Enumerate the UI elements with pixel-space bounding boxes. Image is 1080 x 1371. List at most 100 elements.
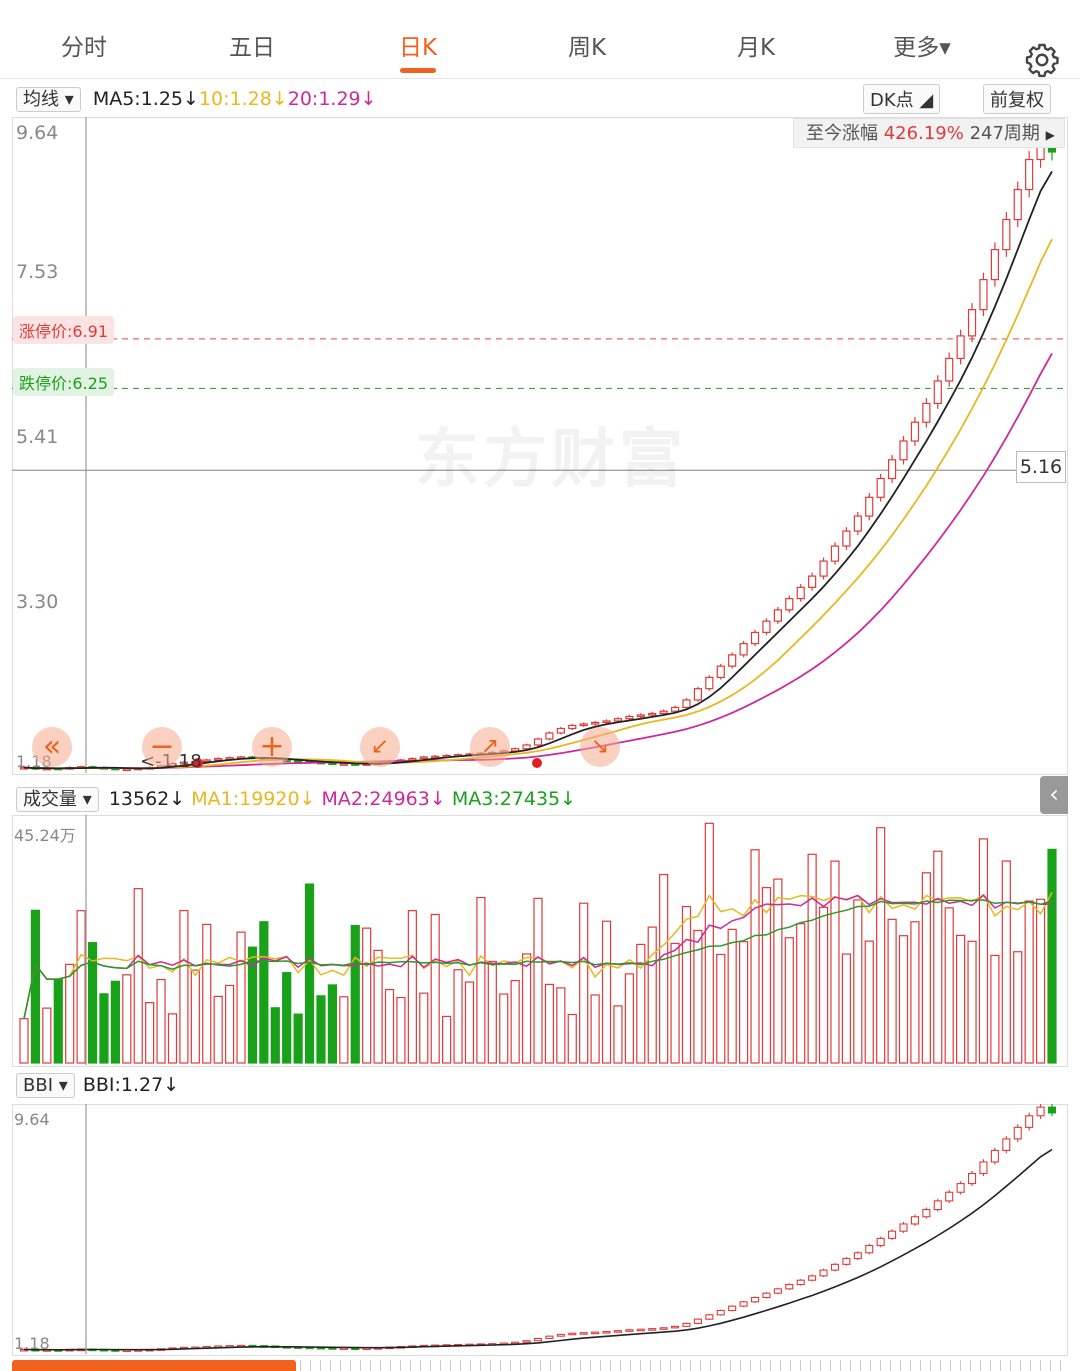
range-gain-box[interactable]: 至今涨幅 426.19% 247周期 ▶ xyxy=(793,118,1065,148)
arrow-prev-icon[interactable]: ↙ xyxy=(360,727,400,767)
volume-bar xyxy=(419,992,429,1064)
volume-bar xyxy=(65,963,75,1064)
candle-body xyxy=(922,402,931,423)
candle-body xyxy=(956,335,965,360)
scroll-left-icon[interactable]: « xyxy=(32,727,72,767)
range-gain-pct: 426.19% xyxy=(883,123,964,144)
ma-selector[interactable]: 均线 ▾ xyxy=(16,87,81,112)
volume-bar xyxy=(282,972,292,1064)
bbi-candle-body xyxy=(990,1149,999,1163)
bbi-candle-body xyxy=(545,1335,554,1340)
bbi-candle-body xyxy=(1013,1126,1022,1140)
volume-bar xyxy=(876,827,886,1064)
volume-bar xyxy=(430,913,440,1064)
candle-body xyxy=(716,665,725,679)
range-periods: 247周期 xyxy=(969,123,1040,144)
arrow-up-icon[interactable]: ↗ xyxy=(470,727,510,767)
volume-bar xyxy=(167,1013,178,1064)
volume-bar xyxy=(818,906,829,1064)
volume-chart[interactable] xyxy=(12,815,1066,1065)
candle-body xyxy=(830,545,840,562)
ma10-line xyxy=(23,238,1053,770)
zoom-in-icon[interactable]: + xyxy=(252,727,292,767)
gear-icon[interactable] xyxy=(1024,42,1060,78)
y-tick-top: 9.64 xyxy=(16,122,59,144)
volume-bar xyxy=(1035,898,1046,1064)
candle-body xyxy=(556,727,565,734)
volume-bar xyxy=(1013,951,1023,1064)
volume-bar xyxy=(704,822,714,1064)
volume-bar xyxy=(990,954,1000,1064)
bbi-candle-body xyxy=(1025,1115,1034,1128)
ma10-value: 10:1.28↓ xyxy=(198,88,288,110)
volume-bar xyxy=(807,853,817,1064)
volume-bar xyxy=(396,996,406,1064)
volume-bar xyxy=(156,978,166,1064)
bbi-candle-body xyxy=(533,1337,543,1342)
volume-selector[interactable]: 成交量 ▾ xyxy=(16,787,99,812)
candle-body xyxy=(853,515,862,532)
volume-bar xyxy=(373,949,383,1064)
candle-body xyxy=(705,676,714,690)
time-scrollbar[interactable] xyxy=(300,1360,1066,1371)
candle-body xyxy=(591,721,600,725)
volume-bar xyxy=(533,897,543,1064)
candle-body xyxy=(808,575,817,588)
volume-max-label: 45.24万 xyxy=(14,826,76,845)
candle-body xyxy=(1013,188,1022,221)
bbi-candle-body xyxy=(705,1314,714,1320)
bbi-candle-body xyxy=(591,1331,600,1335)
volume-bar xyxy=(133,888,143,1064)
collapse-panel-icon[interactable]: ‹ xyxy=(1040,776,1068,814)
bbi-candle-body xyxy=(888,1230,897,1239)
bbi-candle-body xyxy=(865,1245,874,1254)
bbi-chart[interactable] xyxy=(12,1104,1066,1354)
bbi-y-top: 9.64 xyxy=(14,1110,50,1129)
bbi-candle-body xyxy=(1002,1138,1011,1151)
volume-bar xyxy=(202,923,212,1064)
candle-body xyxy=(728,654,737,667)
candle-body xyxy=(910,421,920,442)
volume-bar xyxy=(362,927,372,1064)
tab-five-day[interactable]: 五日 xyxy=(192,28,312,62)
zoom-out-icon[interactable]: − xyxy=(142,727,182,767)
adjust-selector[interactable]: 前复权 xyxy=(983,84,1051,114)
candle-body xyxy=(339,763,348,766)
candle-body xyxy=(419,756,428,760)
candle-body xyxy=(773,609,782,622)
candle-body xyxy=(990,248,999,281)
volume-bar xyxy=(476,896,486,1064)
scroll-thumb[interactable] xyxy=(12,1360,296,1371)
volume-bar xyxy=(1047,848,1057,1064)
bbi-candle-body xyxy=(556,1333,565,1337)
volume-bar xyxy=(19,1018,29,1064)
arrow-next-icon[interactable]: ↘ xyxy=(580,727,620,767)
candle-body xyxy=(1002,218,1011,251)
dk-point-label: DK点 xyxy=(870,90,914,111)
dk-point-button[interactable]: DK点 ◢ xyxy=(863,84,941,114)
volume-bar xyxy=(42,1007,52,1064)
ma-indicator-bar: 均线 ▾ MA5:1.25↓10:1.28↓20:1.29↓ xyxy=(16,85,377,112)
bbi-candle-body xyxy=(842,1258,851,1265)
candle-body xyxy=(659,710,668,715)
bbi-candle-body xyxy=(830,1263,840,1271)
volume-bar xyxy=(464,981,475,1064)
bbi-candle-body xyxy=(945,1191,954,1202)
volume-bar xyxy=(841,953,852,1064)
volume-bar xyxy=(76,910,86,1064)
tab-month-k[interactable]: 月K xyxy=(696,28,816,62)
caret-right-icon: ▶ xyxy=(1045,128,1055,142)
tab-week-k[interactable]: 周K xyxy=(527,28,647,62)
tab-intraday[interactable]: 分时 xyxy=(24,28,144,62)
tab-day-k[interactable]: 日K xyxy=(358,28,478,62)
bbi-candle-body xyxy=(796,1279,805,1286)
volume-bar xyxy=(590,994,600,1064)
bbi-selector[interactable]: BBI ▾ xyxy=(16,1073,75,1098)
bbi-candle-body xyxy=(739,1301,748,1307)
candle-body xyxy=(739,643,748,656)
volume-bar xyxy=(784,937,794,1064)
volume-bar xyxy=(567,1013,577,1064)
candle-body xyxy=(887,459,897,480)
volume-bar xyxy=(384,988,395,1064)
tab-more[interactable]: 更多▾ xyxy=(862,28,982,62)
